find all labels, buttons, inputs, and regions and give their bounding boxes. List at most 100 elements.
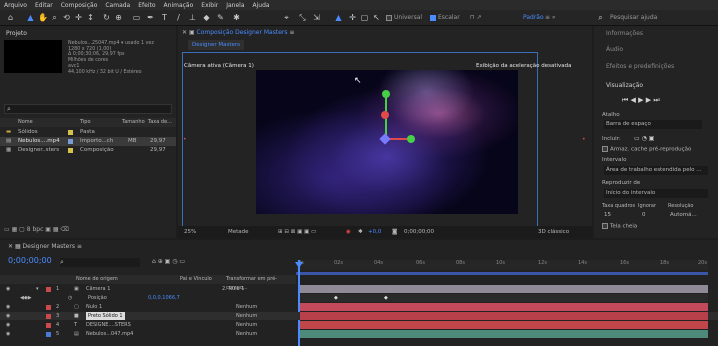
local-axis-icon[interactable]: ⌖ (282, 13, 291, 22)
table-row[interactable]: ◉ 3 ■ Preto Sólido 1 Nenhum (0, 312, 718, 320)
menu-efeito[interactable]: Efeito (138, 2, 155, 9)
text-tool-icon[interactable]: T (160, 13, 169, 22)
mouse-cursor-icon: ↖ (354, 76, 362, 86)
orbit-tool-icon[interactable]: ⟲ (62, 13, 71, 22)
visualization-title[interactable]: Visualização (606, 82, 643, 89)
table-row[interactable]: ◀◆▶ ◷ Posição 0,0,0,1066,7 ◆ ◆ (0, 294, 718, 302)
info-tab[interactable]: Informações (606, 30, 643, 37)
snap-arrow-icon[interactable]: ▲ (334, 13, 343, 22)
rectangle-tool-icon[interactable]: ▭ (132, 13, 141, 22)
layer-bar (300, 330, 708, 338)
fullscreen-checkbox[interactable]: Tela cheia (602, 223, 637, 230)
escalar-toggle[interactable]: Escalar (430, 14, 460, 21)
color-icon[interactable]: ◉ (346, 226, 351, 238)
work-area-bar[interactable] (296, 272, 708, 275)
table-row[interactable]: ◉ 5 ▤ Nebulos...047.mp4 Nenhum (0, 330, 718, 338)
snapshot-icon[interactable]: ◙ (392, 226, 397, 238)
col-size: Tamanho (122, 119, 145, 125)
layer-bar (300, 321, 708, 329)
shortcut-select[interactable]: Barra de espaço (604, 120, 702, 129)
view-axis-icon[interactable]: ⇲ (312, 13, 321, 22)
menu-animacao[interactable]: Animação (164, 2, 194, 9)
stopwatch-icon: ◷ (68, 295, 73, 301)
exposure-icon[interactable]: ✱ (358, 226, 363, 238)
play-from-select[interactable]: Início do intervalo (604, 189, 708, 198)
list-item[interactable]: ▤ Nebulos....mp4 Importo...ch MB 29,97 (0, 137, 176, 146)
playback-controls[interactable]: ⏮ ◀ ▶ ▶ ⏭ (622, 96, 660, 105)
search-help-input[interactable]: Pesquisar ajuda (610, 14, 657, 21)
fps-value[interactable]: 15 (604, 212, 611, 218)
include-label: Incluir: (602, 136, 621, 142)
world-axis-icon[interactable]: ⤡ (298, 13, 307, 22)
timeline-panel: ✕ ▦ Designer Masters ≡ 0;00;00;00 ⌕ ⌂ ⊕ … (0, 240, 718, 346)
effects-tab[interactable]: Efeitos e predefinições (606, 63, 674, 70)
clone-tool-icon[interactable]: ⊥ (188, 13, 197, 22)
timeline-tab[interactable]: ✕ ▦ Designer Masters ≡ (8, 243, 82, 250)
right-marker: • (582, 136, 586, 143)
view-mode[interactable]: 3D clássico (538, 226, 569, 238)
hand-tool-icon[interactable]: ✋ (38, 13, 48, 22)
puppet-tool-icon[interactable]: ✱ (232, 13, 241, 22)
audio-tab[interactable]: Áudio (606, 46, 623, 53)
zoom-select[interactable]: 25% (184, 226, 196, 238)
menu-exibir[interactable]: Exibir (201, 2, 218, 9)
dolly-tool-icon[interactable]: ↕ (86, 13, 95, 22)
layer-bar (300, 312, 708, 320)
list-item[interactable]: ▦ Designer..sters Composição 29,97 (0, 146, 176, 155)
list-item[interactable]: ▬ Sólidos Pasta (0, 128, 176, 137)
brush-tool-icon[interactable]: / (174, 13, 183, 22)
camera-icon: ▣ (74, 286, 79, 292)
table-row[interactable]: ◉ 4 T DESIGNE....STERS Nenhum (0, 321, 718, 329)
workspace-menu-icon[interactable]: ≡ » (545, 14, 556, 21)
exposure-value[interactable]: +0,0 (368, 226, 381, 238)
menu-composicao[interactable]: Composição (61, 2, 98, 9)
time-ruler[interactable]: 0s 02s 04s 06s 08s 10s 12s 14s 16s 18s 2… (296, 260, 708, 270)
project-title[interactable]: Projeto (6, 30, 27, 37)
rotate-tool-icon[interactable]: ↻ (102, 13, 111, 22)
play-from-label: Reproduzir de (602, 180, 641, 186)
move-tool-icon[interactable]: ✛ (348, 13, 357, 22)
search-icon[interactable]: ⌕ (596, 13, 605, 22)
timeline-search[interactable]: ⌕ (60, 258, 140, 267)
composition-subtab[interactable]: Designer Masters (188, 40, 244, 50)
eraser-tool-icon[interactable]: ◆ (202, 13, 211, 22)
magnet-icon[interactable]: ⊓ ↗ (470, 14, 482, 21)
left-marker: • (183, 136, 187, 143)
video-icon: ▤ (6, 138, 12, 144)
project-search-input[interactable]: ⌕ (4, 104, 172, 114)
menu-ajuda[interactable]: Ajuda (253, 2, 270, 9)
anchor-tool-icon[interactable]: ⊕ (114, 13, 123, 22)
pan-tool-icon[interactable]: ✛ (74, 13, 83, 22)
timeline-columns: Nome de origem Pai e Vínculo Transformar… (0, 275, 296, 291)
composition-tab[interactable]: ✕ ▣ Composição Designer Masters ≡ (182, 29, 294, 36)
interval-select[interactable]: Área de trabalho estendida pelo ... (604, 166, 708, 175)
table-row[interactable]: ◉ ▾ 1 ▣ Câmera 1 2. Nulo 1 (0, 285, 718, 293)
selection-tool-icon[interactable]: ▲ (26, 13, 35, 22)
menu-editar[interactable]: Editar (35, 2, 53, 9)
workspace-padrao[interactable]: Padrão (523, 14, 544, 21)
table-row[interactable]: ◉ 2 ▢ Nulo 1 Nenhum (0, 303, 718, 311)
timecode[interactable]: 0;00;00;00 (404, 226, 434, 238)
property-track (300, 294, 708, 302)
skip-value[interactable]: 0 (642, 212, 646, 218)
timeline-switches-icons[interactable]: ⌂ ⊕ ▣ ◷ ▭ (152, 258, 185, 265)
view-options-icons[interactable]: ⊞ ⊟ ⊠ ▣ ▣ ▭ (278, 226, 316, 238)
project-panel: Projeto Nebulos...25047.mp4 ▾ usado 1 ve… (0, 26, 176, 238)
roto-tool-icon[interactable]: ✎ (216, 13, 225, 22)
menu-arquivo[interactable]: Arquivo (4, 2, 27, 9)
menu-janela[interactable]: Janela (226, 2, 244, 9)
home-icon[interactable]: ⌂ (6, 13, 15, 22)
include-icons[interactable]: ▭ ◔ ▣ (634, 135, 654, 142)
composition-footer: 25% Metade ⊞ ⊟ ⊠ ▣ ▣ ▭ ◉ ✱ +0,0 ◙ 0;00;0… (178, 226, 592, 238)
box-tool-icon[interactable]: ▢ (360, 13, 369, 22)
cache-checkbox[interactable]: Armaz. cache pré-reprodução (602, 146, 691, 153)
project-footer-icons[interactable]: ▭ ▦ ▢ 8 bpc ▣ ▦ ⌫ (4, 226, 69, 233)
res-value[interactable]: Automá... (670, 212, 697, 218)
timeline-timecode[interactable]: 0;00;00;00 (8, 256, 52, 265)
zoom-tool-icon[interactable]: ⌕ (50, 13, 59, 22)
menu-camada[interactable]: Camada (105, 2, 130, 9)
arrow-cursor-icon[interactable]: ↖ (372, 13, 381, 22)
quality-select[interactable]: Metade (228, 226, 249, 238)
pen-tool-icon[interactable]: ✒ (146, 13, 155, 22)
universal-toggle[interactable]: Universal (386, 14, 422, 21)
